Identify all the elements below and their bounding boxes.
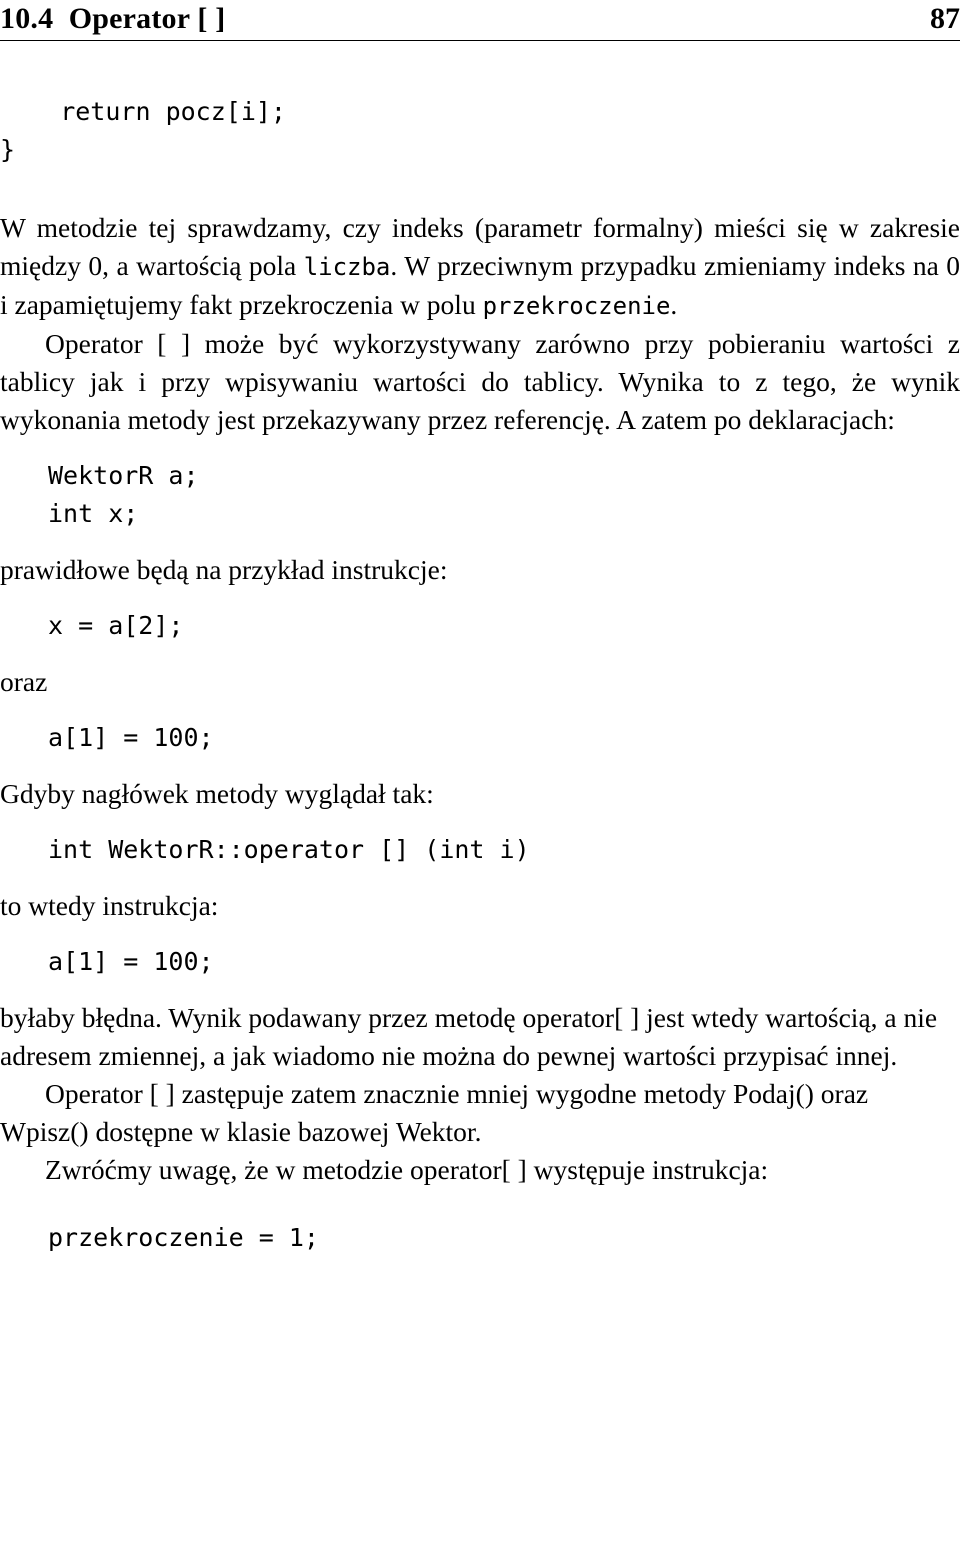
document-page: 10.4 Operator [ ] 87 return pocz[i]; } W… [0, 0, 960, 1545]
code-block-write-2: a[1] = 100; [48, 947, 214, 976]
header-chapter-title: 10.4 Operator [ ] [0, 2, 226, 35]
paragraph-replaces-methods: Operator [ ] zastępuje zatem znacznie mn… [0, 1078, 869, 1147]
inline-code-przekroczenie: przekroczenie [482, 292, 671, 320]
code-block-read: x = a[2]; [48, 611, 184, 640]
paragraph-method-check: W metodzie tej sprawdzamy, czy indeks (p… [0, 212, 960, 320]
paragraph-would-be-wrong: byłaby błędna. Wynik podawany przez meto… [0, 1002, 938, 1071]
paragraph-valid-statements: prawidłowe będą na przykład instrukcje: [0, 554, 448, 585]
code-block-return: return pocz[i]; } [0, 97, 286, 164]
page-body: return pocz[i]; } W metodzie tej sprawdz… [0, 41, 960, 1257]
paragraph-oraz: oraz [0, 666, 48, 697]
paragraph-note-instruction: Zwróćmy uwagę, że w metodzie operator[ ]… [45, 1154, 769, 1185]
paragraph-method-header-intro: Gdyby nagłówek metody wyglądał tak: [0, 778, 434, 809]
code-block-write: a[1] = 100; [48, 723, 214, 752]
paragraph-operator-usage: Operator [ ] może być wykorzystywany zar… [0, 328, 960, 435]
code-block-method-header: int WektorR::operator [] (int i) [48, 835, 530, 864]
code-block-final: przekroczenie = 1; [48, 1223, 319, 1252]
paragraph-then-statement: to wtedy instrukcja: [0, 890, 219, 921]
running-header: 10.4 Operator [ ] 87 [0, 0, 960, 40]
code-block-declarations: WektorR a; int x; [48, 461, 199, 528]
inline-code-liczba: liczba [303, 253, 391, 281]
page-number: 87 [930, 2, 960, 35]
